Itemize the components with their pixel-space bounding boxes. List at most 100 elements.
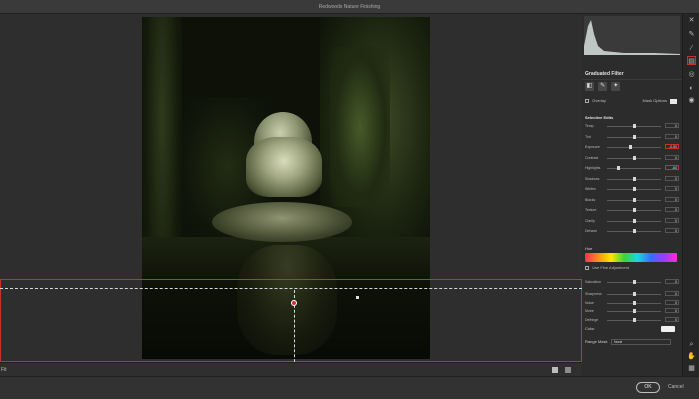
adjustments-panel: Graduated Filter ◧ ✎ ✦ Overlay Mask Opti…	[582, 14, 682, 376]
panel-title: Graduated Filter	[585, 71, 624, 77]
adjustment-value[interactable]: 0	[665, 123, 679, 128]
adjustment-knob[interactable]	[633, 208, 636, 212]
adjustment-label: Shadows	[585, 176, 600, 181]
saturation-value[interactable]: 0	[665, 279, 679, 284]
saturation-knob[interactable]	[633, 280, 636, 284]
dialog-footer: OK Cancel	[0, 376, 699, 399]
adjustment-value[interactable]: 0	[665, 291, 679, 296]
eyedropper-icon[interactable]: ⁄	[687, 44, 696, 53]
zoom-icon[interactable]: ⌕	[687, 340, 696, 349]
overlay-row: Overlay Mask Options	[585, 98, 679, 106]
adjustment-label: Moire	[585, 309, 594, 313]
adjustment-row: Dehaze 0	[585, 228, 679, 235]
adjustment-value[interactable]: 0	[665, 207, 679, 212]
adjustment-knob[interactable]	[616, 166, 620, 170]
brush-mask-icon[interactable]: ✎	[598, 82, 608, 91]
adjustment-row: Contrast 0	[585, 154, 679, 162]
hand-icon[interactable]: ✋	[687, 352, 696, 361]
adjustment-value[interactable]: 0	[665, 196, 679, 202]
adjustment-row: Blacks 0	[585, 196, 679, 204]
adjustment-value[interactable]: -0.50	[665, 144, 679, 149]
adjustment-row: Defringe 0	[585, 316, 679, 324]
adjustment-knob[interactable]	[633, 134, 636, 139]
section-title: Selective Edits	[585, 115, 614, 120]
adjustment-knob[interactable]	[633, 176, 636, 181]
adjustment-row: Highlights -60	[585, 165, 679, 172]
adjustment-row: Moire 0	[585, 308, 679, 315]
canvas-toolbar: Fit	[0, 362, 582, 376]
adjustment-brush-icon[interactable]: ◐	[687, 84, 696, 93]
adjustment-track[interactable]	[607, 147, 661, 148]
adjustment-knob[interactable]	[633, 229, 636, 233]
adjustment-knob[interactable]	[633, 197, 636, 202]
adjustment-knob[interactable]	[633, 124, 636, 128]
adjustment-value[interactable]: -60	[665, 165, 679, 170]
fine-adjust-label: Use Fine Adjustment	[592, 265, 630, 270]
adjustment-label: Whites	[585, 187, 596, 191]
adjustment-row: Clarity 0	[585, 217, 679, 225]
adjustment-value[interactable]: 0	[665, 228, 679, 233]
adjustment-track[interactable]	[607, 168, 661, 169]
adjustment-value[interactable]: 0	[665, 133, 679, 139]
adjustment-value[interactable]: 0	[665, 154, 679, 160]
compare-view-icon[interactable]	[565, 367, 571, 373]
new-mask-icon[interactable]: ◧	[585, 82, 594, 91]
adjustment-value[interactable]: 0	[665, 316, 679, 322]
range-mask-label: Range Mask	[585, 339, 608, 344]
preview-canvas[interactable]	[0, 14, 582, 373]
fine-adjust-checkbox[interactable]	[585, 265, 589, 270]
adjustment-row: Noise 0	[585, 299, 679, 307]
mask-options-label[interactable]: Mask Options	[643, 98, 667, 103]
adjustment-value[interactable]: 0	[665, 186, 679, 191]
ok-button[interactable]: OK	[636, 382, 660, 393]
graduated-filter-icon[interactable]: ▤	[687, 56, 696, 65]
adjustment-value[interactable]: 0	[665, 217, 679, 223]
close-icon[interactable]: ✕	[687, 16, 696, 25]
adjustment-knob[interactable]	[628, 145, 632, 149]
adjustment-knob[interactable]	[633, 300, 636, 305]
adjustment-row: Exposure -0.50	[585, 144, 679, 151]
foliage-right-highlight	[330, 47, 390, 207]
zoom-level[interactable]: Fit	[1, 367, 7, 373]
adjustment-label: Noise	[585, 300, 594, 305]
adjustment-label: Defringe	[585, 317, 599, 322]
range-mask-select[interactable]: None	[611, 339, 671, 345]
hue-slider[interactable]	[585, 253, 677, 262]
color-picker-button[interactable]	[661, 326, 675, 332]
graduated-filter-overlay[interactable]	[0, 279, 582, 362]
adjustment-row: Texture 0	[585, 207, 679, 214]
adjustment-knob[interactable]	[633, 218, 636, 223]
adjustment-knob[interactable]	[633, 317, 636, 322]
filter-guide-top[interactable]	[0, 288, 582, 289]
mask-color-swatch[interactable]	[670, 99, 677, 104]
adjustment-label: Blacks	[585, 197, 596, 202]
before-after-icon[interactable]	[552, 367, 558, 373]
erase-mask-icon[interactable]: ✦	[611, 82, 621, 91]
adjustment-label: Temp	[585, 124, 594, 128]
adjustment-knob[interactable]	[633, 187, 636, 191]
filter-rotate-handle[interactable]	[356, 296, 359, 299]
range-mask-row: Range Mask None	[585, 339, 677, 346]
cancel-button[interactable]: Cancel	[668, 384, 684, 390]
adjustment-value[interactable]: 0	[665, 175, 679, 181]
redeye-icon[interactable]: ◉	[687, 96, 696, 105]
adjustment-knob[interactable]	[633, 155, 636, 160]
adjustment-value[interactable]: 0	[665, 308, 679, 313]
mask-tools: ◧ ✎ ✦	[585, 82, 675, 92]
adjustment-label: Texture	[585, 208, 597, 212]
overlay-checkbox[interactable]	[585, 98, 589, 103]
color-row: Color	[585, 326, 677, 332]
statue-hands	[246, 137, 322, 197]
hue-label: Hue	[585, 246, 593, 251]
adjustment-row: Whites 0	[585, 186, 679, 193]
brush-icon[interactable]: ✎	[687, 30, 696, 39]
grid-icon[interactable]: ▦	[687, 364, 696, 373]
adjustment-value[interactable]: 0	[665, 299, 679, 305]
radial-filter-icon[interactable]: ◎	[687, 70, 696, 79]
adjustment-knob[interactable]	[633, 292, 636, 296]
adjustment-label: Tint	[585, 134, 591, 139]
adjustment-knob[interactable]	[633, 309, 636, 313]
filter-pin[interactable]	[291, 300, 297, 306]
saturation-label: Saturation	[585, 280, 601, 284]
title-bar: Redwoods Nature Finishing	[0, 0, 699, 14]
